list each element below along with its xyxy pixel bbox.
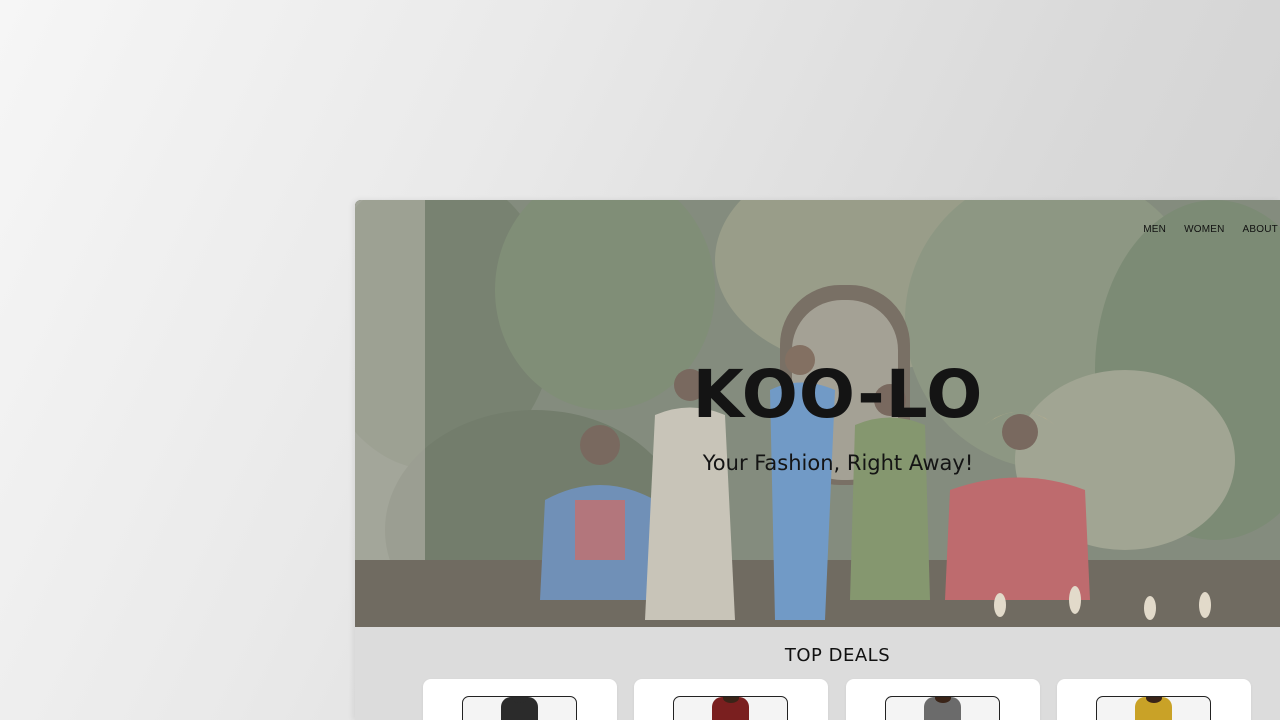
deal-card[interactable] xyxy=(846,679,1040,720)
deal-card[interactable] xyxy=(423,679,617,720)
deal-card[interactable] xyxy=(1057,679,1251,720)
nav-item-men[interactable]: MEN xyxy=(1143,224,1166,235)
deal-product-image xyxy=(462,696,577,720)
deal-product-image xyxy=(1096,696,1211,720)
deal-card[interactable] xyxy=(634,679,828,720)
top-deals-heading: TOP DEALS xyxy=(784,645,891,666)
deal-product-image xyxy=(673,696,788,720)
browser-window: MEN WOMEN ABOUT KOO-LO Your Fashion, Rig… xyxy=(355,200,1280,720)
deal-product-image xyxy=(885,696,1000,720)
main-nav: MEN WOMEN ABOUT xyxy=(1143,224,1278,235)
hero-tagline: Your Fashion, Right Away! xyxy=(702,451,974,475)
brand-logo-text: KOO-LO xyxy=(692,356,984,433)
nav-item-women[interactable]: WOMEN xyxy=(1184,224,1224,235)
nav-item-about[interactable]: ABOUT xyxy=(1243,224,1278,235)
hero-banner: MEN WOMEN ABOUT KOO-LO Your Fashion, Rig… xyxy=(355,200,1280,627)
